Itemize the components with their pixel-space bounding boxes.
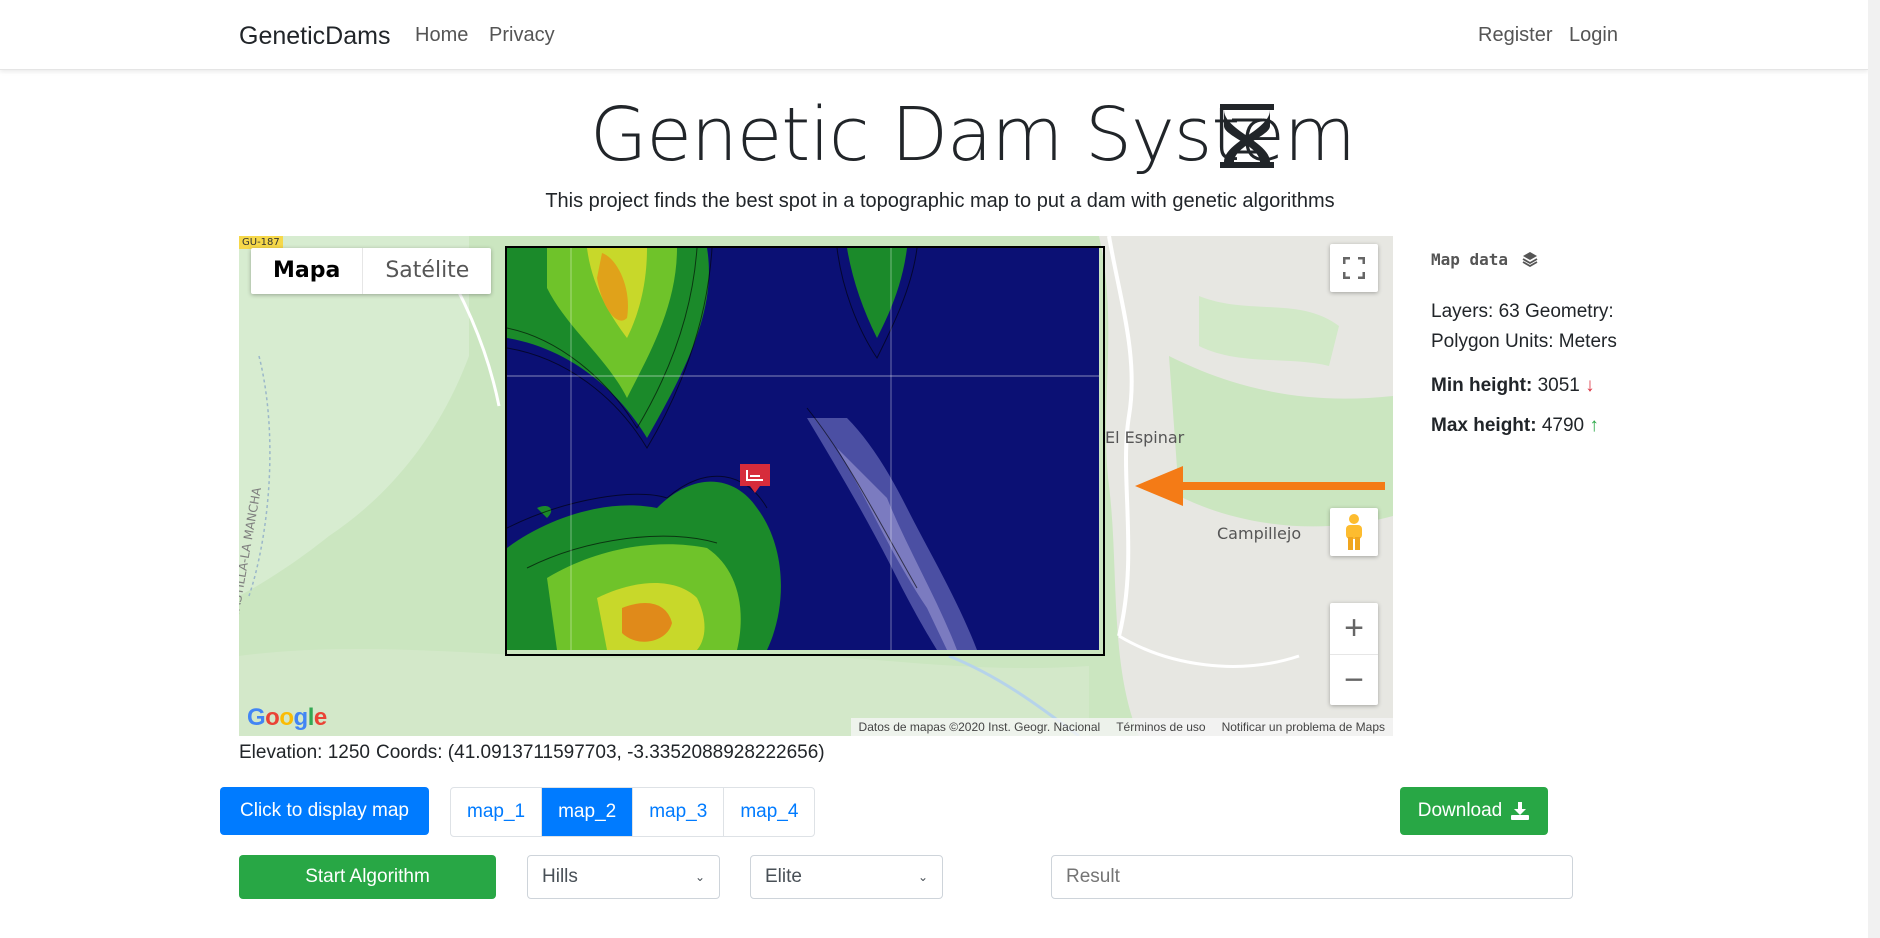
chevron-down-icon: ⌄ (917, 870, 928, 884)
topographic-overlay (505, 246, 1105, 656)
chevron-down-icon: ⌄ (694, 870, 705, 884)
layers-info: Layers: 63 Geometry: Polygon Units: Mete… (1431, 301, 1617, 352)
map-type-mapa[interactable]: Mapa (251, 248, 364, 294)
map-3-button[interactable]: map_3 (633, 788, 725, 836)
nav-login[interactable]: Login (1569, 24, 1618, 47)
report-problem-link[interactable]: Notificar un problema de Maps (1222, 718, 1385, 736)
download-button[interactable]: Download (1400, 787, 1548, 835)
map-attribution: Datos de mapas ©2020 Inst. Geogr. Nacion… (850, 718, 1393, 736)
street-view-pegman[interactable] (1330, 508, 1378, 556)
zoom-control: + − (1330, 603, 1378, 705)
fullscreen-icon (1343, 257, 1365, 279)
layer-group-icon (1522, 252, 1538, 268)
elevation-text: Elevation: 1250 (239, 742, 370, 763)
map-data-credit: Datos de mapas ©2020 Inst. Geogr. Nacion… (858, 720, 1101, 734)
download-icon (1511, 802, 1530, 820)
display-map-button[interactable]: Click to display map (220, 787, 429, 835)
download-label: Download (1417, 800, 1503, 821)
arrow-up-icon: ↑ (1589, 415, 1599, 436)
pegman-icon (1346, 514, 1362, 550)
min-height-row: Min height: 3051 ↓ (1431, 375, 1651, 397)
place-el-espinar: El Espinar (1105, 428, 1185, 447)
terrain-select-value: Hills (542, 866, 578, 887)
terrain-select[interactable]: Hills ⌄ (527, 855, 720, 899)
place-campillejo: Campillejo (1217, 524, 1302, 543)
fullscreen-button[interactable] (1330, 244, 1378, 292)
min-height-label: Min height: (1431, 375, 1533, 396)
map-1-button[interactable]: map_1 (451, 788, 543, 836)
map-data-heading: Map data (1431, 250, 1651, 269)
page-scrollbar[interactable] (1868, 0, 1880, 938)
max-height-row: Max height: 4790 ↑ (1431, 415, 1651, 437)
orange-arrow-icon (1135, 466, 1385, 506)
start-algorithm-button[interactable]: Start Algorithm (239, 855, 496, 899)
max-height-label: Max height: (1431, 415, 1537, 436)
map-2-button[interactable]: map_2 (542, 788, 634, 836)
selection-select-value: Elite (765, 866, 802, 887)
max-height-value: 4790 (1541, 415, 1585, 436)
page-subtitle: This project finds the best spot in a to… (545, 190, 1335, 212)
min-height-value: 3051 (1537, 375, 1580, 396)
arrow-down-icon: ↓ (1585, 375, 1595, 396)
map-type-satellite[interactable]: Satélite (363, 248, 491, 294)
zoom-in-button[interactable]: + (1330, 603, 1378, 655)
result-input[interactable] (1051, 855, 1573, 899)
coords-text: Coords: (41.0913711597703, -3.3352088928… (376, 742, 825, 763)
navbar: GeneticDams Home Privacy Register Login (0, 0, 1868, 70)
zoom-out-button[interactable]: − (1330, 655, 1378, 706)
selection-select[interactable]: Elite ⌄ (750, 855, 943, 899)
map-selector: map_1 map_2 map_3 map_4 (450, 787, 816, 837)
elevation-readout: Elevation: 1250 Coords: (41.0913711597703… (239, 742, 831, 764)
map-4-button[interactable]: map_4 (724, 788, 814, 836)
google-logo[interactable]: Google (247, 704, 327, 732)
map-info-panel: Map data Layers: 63 Geometry: Polygon Un… (1431, 250, 1651, 437)
dam-marker-icon[interactable] (738, 462, 772, 496)
brand-link[interactable]: GeneticDams (239, 22, 390, 51)
nav-register[interactable]: Register (1478, 24, 1552, 47)
nav-home[interactable]: Home (415, 24, 468, 47)
google-map[interactable]: GU-187 CASTILLA-LA MANCHA El Espinar Cam… (239, 236, 1393, 736)
contour-map-image (506, 247, 1099, 650)
dna-icon (1220, 104, 1274, 168)
nav-privacy[interactable]: Privacy (489, 24, 555, 47)
terms-link[interactable]: Términos de uso (1116, 718, 1205, 736)
map-type-control: Mapa Satélite (251, 248, 492, 294)
